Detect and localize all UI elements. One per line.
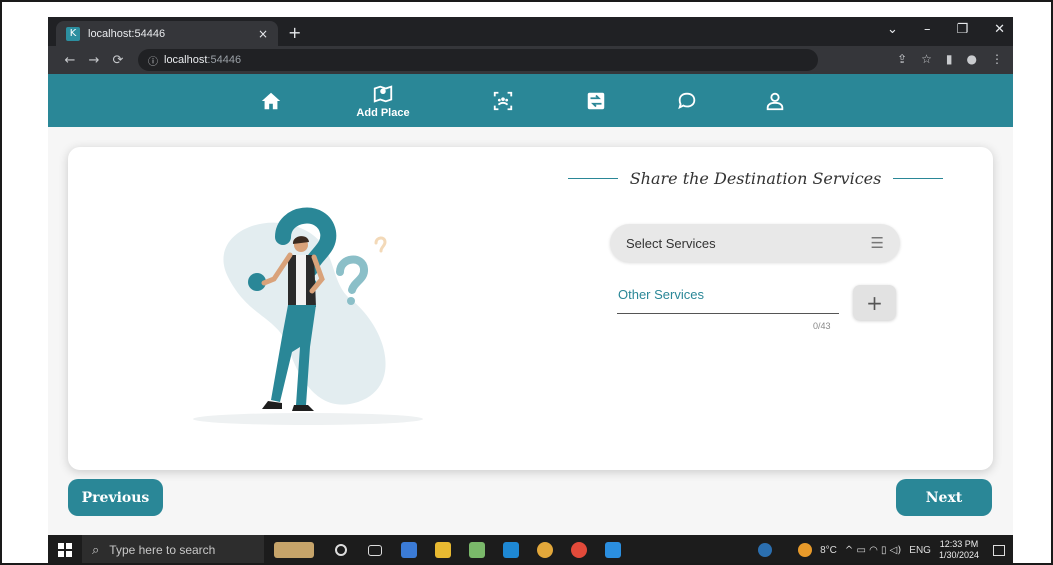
app-navbar: Add Place (48, 74, 1013, 127)
chrome-icon (571, 542, 587, 558)
select-services-dropdown[interactable]: Select Services ☰ (610, 224, 900, 262)
home-icon (261, 92, 281, 109)
checklist-icon: ☰ (870, 234, 884, 252)
taskbar-app-3[interactable] (460, 535, 494, 563)
weather-icon[interactable] (798, 543, 813, 557)
language-indicator[interactable]: ENG (909, 545, 931, 556)
taskbar-mail[interactable] (494, 535, 528, 563)
back-icon[interactable]: ← (58, 53, 82, 68)
taskbar-search-placeholder: Type here to search (109, 543, 216, 557)
menu-kebab-icon[interactable]: ⋮ (991, 52, 1003, 66)
swap-image-icon (587, 92, 605, 109)
cortana-icon (335, 544, 347, 556)
windows-taskbar: ⌕ Type here to search 8°C ^ ▭ ◠ ▯ ◁) ENG… (48, 535, 1013, 563)
url-host: localhost (164, 54, 208, 66)
heading-line-left (568, 178, 618, 179)
window-controls: ⌄ – ❐ ✕ (887, 22, 1005, 37)
browser-tab-bar: K localhost:54446 × + ⌄ – ❐ ✕ (48, 17, 1013, 46)
question-person-illustration (193, 207, 423, 425)
tab-title: localhost:54446 (88, 27, 166, 40)
weather-temp[interactable]: 8°C (820, 545, 837, 556)
select-services-placeholder: Select Services (626, 235, 716, 251)
nav-group[interactable] (488, 74, 518, 127)
help-icon[interactable] (758, 543, 773, 557)
search-icon: ⌕ (92, 542, 100, 558)
tab-search-icon[interactable]: ⌄ (887, 22, 898, 37)
restore-icon[interactable]: ❐ (956, 22, 968, 37)
taskbar-app-1[interactable] (392, 535, 426, 563)
browser-window: K localhost:54446 × + ⌄ – ❐ ✕ ← → ⟳ ⓘ lo… (48, 17, 1013, 535)
nav-profile[interactable] (760, 74, 790, 127)
clock[interactable]: 12:33 PM 1/30/2024 (939, 539, 979, 561)
page-title: Share the Destination Services (629, 169, 882, 188)
chat-icon (678, 92, 696, 109)
side-panel-icon[interactable]: ▮ (946, 52, 953, 66)
tray-icons[interactable]: ^ ▭ ◠ ▯ ◁) (845, 545, 901, 556)
start-button[interactable] (48, 535, 82, 563)
taskbar-vscode[interactable] (596, 535, 630, 563)
bookmark-star-icon[interactable]: ☆ (921, 52, 932, 66)
cortana-button[interactable] (324, 535, 358, 563)
new-tab-button[interactable]: + (288, 23, 301, 42)
vscode-icon (605, 542, 621, 558)
chrome-icon (537, 542, 553, 558)
taskbar-chrome-1[interactable] (528, 535, 562, 563)
nav-chat[interactable] (672, 74, 702, 127)
mail-icon (503, 542, 519, 558)
reload-icon[interactable]: ⟳ (106, 53, 130, 68)
app-green-icon (469, 542, 485, 558)
system-tray: 8°C ^ ▭ ◠ ▯ ◁) ENG 12:33 PM 1/30/2024 (758, 535, 1013, 563)
char-counter: 0/43 (813, 321, 831, 331)
favicon-icon: K (66, 26, 80, 41)
folder-icon (435, 542, 451, 558)
nav-add-place-label: Add Place (356, 106, 410, 119)
windows-logo-icon (58, 543, 72, 557)
screen-frame: K localhost:54446 × + ⌄ – ❐ ✕ ← → ⟳ ⓘ lo… (0, 0, 1053, 565)
other-services-underline (617, 313, 839, 314)
next-button[interactable]: Next (896, 479, 992, 516)
taskbar-chrome-2[interactable] (562, 535, 596, 563)
taskbar-search-input[interactable]: ⌕ Type here to search (82, 535, 264, 563)
previous-button[interactable]: Previous (68, 479, 163, 516)
minimize-icon[interactable]: – (924, 22, 931, 37)
forward-icon[interactable]: → (82, 53, 106, 68)
task-view-icon (368, 544, 382, 556)
browser-toolbar-right: ⇪ ☆ ▮ ● ⋮ (897, 52, 1003, 66)
clock-date: 1/30/2024 (938, 550, 979, 560)
add-service-button[interactable]: + (853, 285, 896, 320)
url-input[interactable]: ⓘ localhost :54446 (138, 49, 818, 71)
tab-close-button[interactable]: × (258, 27, 268, 41)
url-port: :54446 (207, 54, 242, 66)
browser-tab[interactable]: K localhost:54446 × (56, 21, 278, 46)
app-blue-icon (401, 542, 417, 558)
news-widget-icon (274, 542, 314, 558)
task-view-button[interactable] (358, 535, 392, 563)
nav-add-place[interactable]: Add Place (348, 74, 418, 127)
profile-icon[interactable]: ● (967, 52, 977, 66)
taskbar-file-explorer[interactable] (426, 535, 460, 563)
heading-line-right (893, 178, 944, 179)
site-info-icon[interactable]: ⓘ (148, 53, 158, 68)
news-widget[interactable] (264, 535, 324, 563)
services-card: Share the Destination Services Select Se… (68, 147, 993, 470)
map-pin-icon (373, 84, 393, 103)
share-icon[interactable]: ⇪ (897, 52, 907, 66)
nav-home[interactable] (256, 74, 286, 127)
user-icon (766, 92, 784, 110)
address-bar: ← → ⟳ ⓘ localhost :54446 ⇪ ☆ ▮ ● ⋮ (48, 46, 1013, 74)
other-services-field[interactable]: Other Services (618, 287, 704, 302)
section-heading: Share the Destination Services (568, 169, 944, 188)
close-window-icon[interactable]: ✕ (994, 22, 1005, 37)
group-icon (493, 91, 513, 110)
clock-time: 12:33 PM (939, 539, 979, 549)
notification-icon[interactable] (993, 544, 1005, 556)
nav-gallery[interactable] (581, 74, 611, 127)
